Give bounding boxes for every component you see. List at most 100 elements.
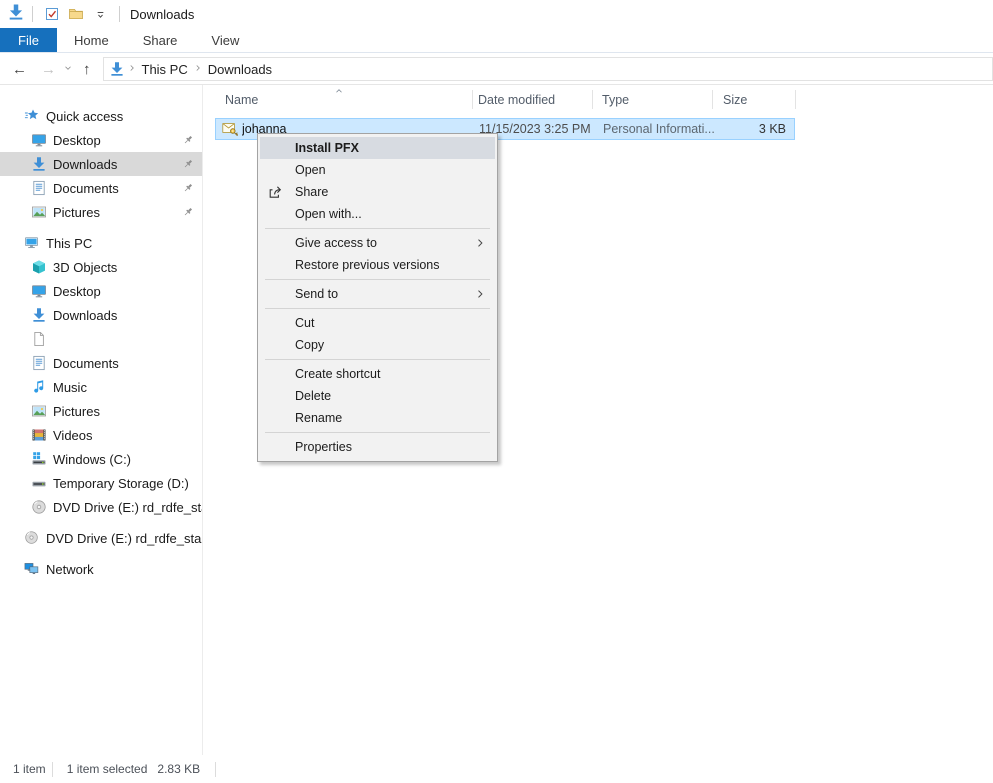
ribbon-tab-strip: FileHomeShareView (0, 28, 993, 53)
sidebar-item-videos[interactable]: Videos (0, 423, 202, 447)
sidebar-item-label: Downloads (53, 157, 117, 172)
pin-icon (182, 182, 194, 194)
context-menu-item-send-to[interactable]: Send to (260, 283, 495, 305)
sidebar-item-desktop[interactable]: Desktop (0, 279, 202, 303)
windows-drive-icon (31, 451, 47, 467)
submenu-arrow-icon (474, 237, 486, 249)
column-separator[interactable] (795, 90, 796, 109)
breadcrumb-chevron-icon[interactable] (127, 60, 137, 78)
sidebar-item-pictures[interactable]: Pictures (0, 200, 202, 224)
confirm-check-icon[interactable] (42, 4, 62, 24)
tab-home[interactable]: Home (57, 28, 126, 52)
context-menu-item-open[interactable]: Open (260, 159, 495, 181)
status-item-count: 1 item (13, 762, 46, 776)
sidebar-item-network[interactable]: Network (0, 557, 202, 581)
navigation-bar: ← → ↑ This PC Downloads (0, 54, 993, 85)
menu-item-label: Share (295, 185, 328, 199)
sidebar-item-desktop[interactable]: Desktop (0, 128, 202, 152)
sidebar-item-blank[interactable] (0, 327, 202, 351)
blank-file-icon (31, 331, 47, 347)
dvd-icon (31, 499, 47, 515)
sidebar-item-label: Quick access (46, 109, 123, 124)
column-header-type[interactable]: Type (592, 85, 712, 114)
context-menu-item-restore-previous-versions[interactable]: Restore previous versions (260, 254, 495, 276)
context-menu-item-share[interactable]: Share (260, 181, 495, 203)
customize-quick-access-icon[interactable] (90, 4, 110, 24)
up-button[interactable]: ↑ (83, 62, 91, 77)
sidebar-item-3d-objects[interactable]: 3D Objects (0, 255, 202, 279)
forward-button[interactable]: → (41, 62, 56, 77)
customize-icon (94, 8, 107, 21)
sidebar-item-documents[interactable]: Documents (0, 176, 202, 200)
context-menu-item-open-with[interactable]: Open with... (260, 203, 495, 225)
breadcrumb-downloads[interactable]: Downloads (205, 62, 275, 77)
pin-icon (182, 134, 194, 146)
back-button[interactable]: ← (12, 62, 27, 77)
title-bar: Downloads (0, 0, 993, 28)
new-folder-icon[interactable] (66, 4, 86, 24)
column-separator[interactable] (592, 90, 593, 109)
context-menu-item-copy[interactable]: Copy (260, 334, 495, 356)
column-header-size[interactable]: Size (712, 85, 795, 114)
music-icon (31, 379, 47, 395)
breadcrumb-chevron-icon (193, 63, 203, 73)
file-type-cell: Personal Informati... (603, 122, 734, 136)
sidebar-item-label: Music (53, 380, 87, 395)
toolbar-separator (119, 6, 120, 22)
context-menu-item-create-shortcut[interactable]: Create shortcut (260, 363, 495, 385)
sidebar-item-temporary-storage-d[interactable]: Temporary Storage (D:) (0, 471, 202, 495)
navigation-pane: Quick access Desktop Downloads Documents Pic… (0, 85, 203, 755)
sidebar-item-downloads[interactable]: Downloads (0, 152, 202, 176)
recent-locations-chevron-icon[interactable] (63, 60, 73, 78)
pin-icon (182, 158, 194, 170)
recent-locations-chevron-icon (63, 63, 73, 73)
menu-item-label: Cut (295, 316, 314, 330)
menu-item-label: Rename (295, 411, 342, 425)
sidebar-item-dvd-drive-e-rd-rdfe-stable-t[interactable]: DVD Drive (E:) rd_rdfe_stable.T (0, 526, 202, 550)
sidebar-item-label: Documents (53, 356, 119, 371)
desktop-icon (31, 283, 47, 299)
sidebar-item-downloads[interactable]: Downloads (0, 303, 202, 327)
breadcrumb-chevron-icon[interactable] (193, 60, 203, 78)
tab-view[interactable]: View (194, 28, 256, 52)
sidebar-item-windows-c[interactable]: Windows (C:) (0, 447, 202, 471)
share-icon (267, 184, 283, 200)
file-size-cell: 3 KB (734, 122, 794, 136)
sidebar-item-pictures[interactable]: Pictures (0, 399, 202, 423)
status-selected-size: 2.83 KB (157, 762, 200, 776)
tab-file[interactable]: File (0, 28, 57, 52)
sidebar-item-label: Downloads (53, 308, 117, 323)
column-separator[interactable] (472, 90, 473, 109)
cube-icon (31, 259, 47, 275)
tab-share[interactable]: Share (126, 28, 195, 52)
menu-item-label: Create shortcut (295, 367, 380, 381)
sidebar-item-label: Pictures (53, 205, 100, 220)
sidebar-item-label: Windows (C:) (53, 452, 131, 467)
sidebar-item-this-pc[interactable]: This PC (0, 231, 202, 255)
column-header-name[interactable]: Name (218, 85, 472, 114)
this-pc-icon (24, 235, 40, 251)
breadcrumb-this-pc[interactable]: This PC (139, 62, 191, 77)
downloads-app-icon (7, 3, 25, 21)
sidebar-item-quick-access[interactable]: Quick access (0, 104, 202, 128)
quick-access-icon (24, 108, 40, 124)
context-menu-item-delete[interactable]: Delete (260, 385, 495, 407)
column-separator[interactable] (712, 90, 713, 109)
network-icon (24, 561, 40, 577)
sidebar-item-documents[interactable]: Documents (0, 351, 202, 375)
column-header-date-modified[interactable]: Date modified (472, 85, 592, 114)
sidebar-item-music[interactable]: Music (0, 375, 202, 399)
sidebar-item-label: Temporary Storage (D:) (53, 476, 189, 491)
sidebar-item-label: Desktop (53, 284, 101, 299)
context-menu-item-rename[interactable]: Rename (260, 407, 495, 429)
sidebar-item-label: DVD Drive (E:) rd_rdfe_stable (53, 500, 202, 515)
context-menu-item-install-pfx[interactable]: Install PFX (260, 137, 495, 159)
context-menu-item-give-access-to[interactable]: Give access to (260, 232, 495, 254)
address-bar[interactable]: This PC Downloads (103, 57, 993, 81)
status-separator (215, 762, 216, 777)
context-menu-item-properties[interactable]: Properties (260, 436, 495, 458)
menu-item-label: Open with... (295, 207, 362, 221)
context-menu-item-cut[interactable]: Cut (260, 312, 495, 334)
sidebar-item-dvd-drive-e-rd-rdfe-stable[interactable]: DVD Drive (E:) rd_rdfe_stable (0, 495, 202, 519)
pictures-icon (31, 204, 47, 220)
